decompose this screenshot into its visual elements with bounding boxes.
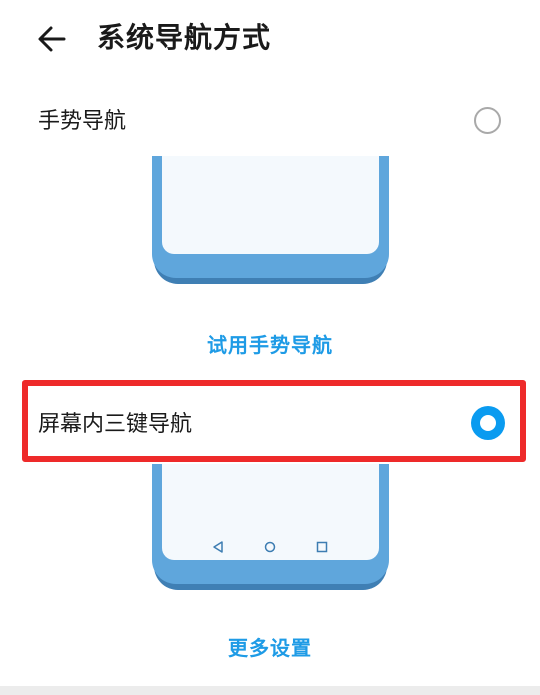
radio-button-unselected[interactable] bbox=[474, 107, 501, 134]
radio-dot bbox=[480, 415, 496, 431]
option-label: 手势导航 bbox=[38, 109, 127, 134]
option-three-key-navigation[interactable]: 屏幕内三键导航 bbox=[0, 395, 540, 455]
phone-screen bbox=[162, 156, 379, 254]
option-gesture-navigation[interactable]: 手势导航 bbox=[0, 92, 540, 152]
back-triangle-icon bbox=[213, 541, 223, 553]
gesture-phone-illustration bbox=[152, 156, 389, 284]
option-label: 屏幕内三键导航 bbox=[38, 412, 193, 437]
bottom-bar bbox=[0, 686, 540, 695]
phone-screen bbox=[162, 464, 379, 560]
back-button[interactable] bbox=[30, 20, 76, 58]
try-gesture-navigation-link[interactable]: 试用手势导航 bbox=[0, 330, 540, 360]
header-bar: 系统导航方式 bbox=[0, 0, 540, 76]
three-key-phone-illustration bbox=[152, 464, 389, 590]
arrow-left-icon bbox=[38, 26, 66, 52]
more-settings-link[interactable]: 更多设置 bbox=[0, 633, 540, 663]
page-title: 系统导航方式 bbox=[97, 21, 272, 54]
home-circle-icon bbox=[264, 541, 276, 553]
recents-square-icon bbox=[316, 541, 328, 553]
radio-button-selected[interactable] bbox=[471, 406, 505, 440]
